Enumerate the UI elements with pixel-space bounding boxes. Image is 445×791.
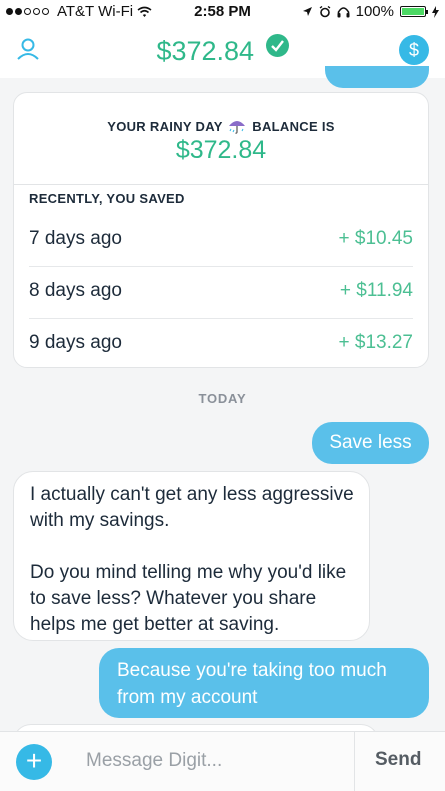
saved-date: 7 days ago xyxy=(29,228,122,249)
alarm-icon xyxy=(319,5,331,17)
status-bar: AT&T Wi-Fi 2:58 PM 100% xyxy=(0,0,445,24)
saved-amount: + $11.94 xyxy=(339,280,413,301)
day-separator: TODAY xyxy=(198,391,247,406)
balance-card: YOUR RAINY DAY BALANCE IS $372.84 RECENT… xyxy=(13,92,429,368)
dollar-button[interactable]: $ xyxy=(399,35,429,65)
location-icon xyxy=(302,7,312,16)
check-icon xyxy=(265,34,289,57)
charging-icon xyxy=(432,5,439,18)
saved-row: 8 days ago + $11.94 xyxy=(29,266,413,319)
battery-percent: 100% xyxy=(355,3,394,20)
bot-message-paragraph: I actually can't get any less aggressive… xyxy=(30,484,354,531)
saved-date: 8 days ago xyxy=(29,280,122,301)
balance-label-end: BALANCE IS xyxy=(252,119,335,134)
message-input[interactable] xyxy=(74,745,368,777)
umbrella-icon xyxy=(229,121,246,134)
header-balance: $372.84 xyxy=(0,34,445,67)
card-divider xyxy=(14,184,428,185)
send-button[interactable]: Send xyxy=(375,749,421,771)
headphones-icon xyxy=(337,6,350,17)
battery-icon xyxy=(400,6,428,17)
saved-amount: + $13.27 xyxy=(338,332,414,353)
bot-message-paragraph: Do you mind telling me why you'd like to… xyxy=(30,562,347,635)
header-balance-amount: $372.84 xyxy=(156,36,255,66)
input-divider xyxy=(354,732,355,791)
battery-level xyxy=(402,8,424,15)
status-right: 100% xyxy=(302,3,439,20)
message-input-bar: + Send xyxy=(0,731,445,791)
recent-heading: RECENTLY, YOU SAVED xyxy=(29,191,185,206)
app-screen: AT&T Wi-Fi 2:58 PM 100% $372.84 $ YOUR R… xyxy=(0,0,445,791)
add-button[interactable]: + xyxy=(16,744,52,780)
balance-amount: $372.84 xyxy=(175,136,267,164)
bot-message-bubble: I actually can't get any less aggressive… xyxy=(13,471,370,641)
user-message-bubble: Because you're taking too much from my a… xyxy=(99,648,429,718)
user-message-bubble: Save less xyxy=(312,422,429,464)
previous-user-bubble xyxy=(325,66,429,88)
saved-row: 9 days ago + $13.27 xyxy=(29,318,413,370)
saved-amount: + $10.45 xyxy=(338,228,414,249)
balance-label-start: YOUR RAINY DAY xyxy=(107,119,223,134)
saved-row: 7 days ago + $10.45 xyxy=(29,214,413,267)
saved-date: 9 days ago xyxy=(29,332,122,353)
balance-label: YOUR RAINY DAY BALANCE IS xyxy=(14,118,428,134)
